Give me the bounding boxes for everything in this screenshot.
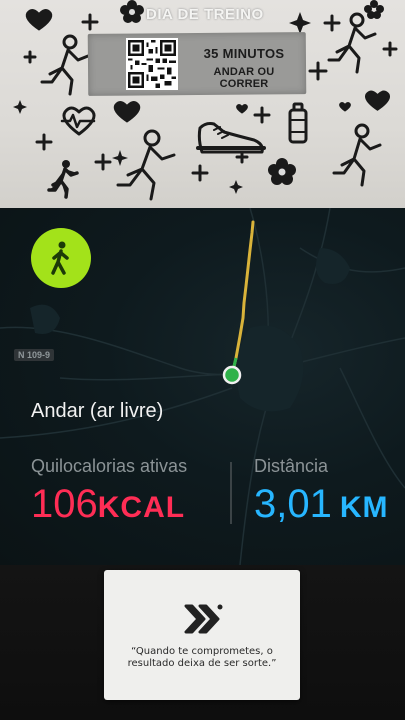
plus-icon	[23, 50, 37, 64]
running-person-icon	[332, 123, 382, 187]
plus-icon	[382, 41, 398, 57]
quote-card: “Quando te comprometes, o resultado deix…	[104, 570, 300, 700]
route-start-marker	[222, 365, 242, 385]
distance-label: Distância	[254, 456, 329, 476]
plus-icon	[308, 61, 328, 81]
heart-icon	[25, 9, 53, 31]
road-label: N 109-9	[14, 349, 55, 361]
motivational-quote: “Quando te comprometes, o resultado deix…	[127, 646, 277, 669]
calories-unit: KCAL	[97, 491, 186, 524]
bottom-area: “Quando te comprometes, o resultado deix…	[0, 565, 405, 720]
plus-icon	[35, 133, 53, 151]
plus-icon	[191, 164, 209, 182]
calories-stat: 106KCAL	[31, 484, 185, 524]
calories-label: Quilocalorias ativas	[31, 456, 188, 476]
double-chevron-logo	[184, 604, 223, 634]
flyer-title: DIA DE TREINO	[146, 6, 264, 23]
calories-value: 106	[31, 482, 98, 526]
banner-activity-text: ANDAR OU CORRER	[213, 66, 275, 90]
plus-icon	[323, 14, 341, 32]
heart-icon	[364, 90, 391, 111]
training-day-flyer: DIA DE TREINO 35 MINUTOS ANDAR OU CORRER	[0, 0, 405, 210]
distance-stat: 3,01 KM	[254, 484, 389, 524]
heart-icon	[113, 101, 141, 123]
running-person-icon	[116, 129, 176, 201]
activity-badge	[31, 228, 91, 288]
sparkle-icon	[112, 150, 128, 166]
stats-divider	[230, 462, 232, 524]
flower-icon	[364, 0, 384, 19]
flower-icon	[120, 0, 144, 23]
activity-name: Andar (ar livre)	[31, 400, 164, 422]
sparkle-icon	[229, 180, 243, 194]
sparkle-icon	[289, 12, 311, 34]
distance-value: 3,01	[254, 482, 332, 526]
sparkle-icon	[13, 100, 27, 114]
distance-unit: KM	[339, 491, 389, 524]
plus-icon	[81, 13, 99, 31]
flyer-doodles	[13, 0, 398, 201]
sneaker-icon	[196, 122, 266, 154]
walking-person-icon	[51, 241, 69, 275]
heart-icon	[236, 104, 248, 114]
qr-code[interactable]	[126, 38, 178, 90]
heart-icon	[339, 102, 351, 112]
plus-icon	[253, 106, 271, 124]
banner-duration-text: 35 MINUTOS	[203, 46, 285, 61]
flower-icon	[268, 158, 296, 185]
workout-summary-card[interactable]: N 109-9 Andar (ar livre) Quilocalorias a…	[0, 208, 405, 565]
running-person-icon	[47, 160, 79, 199]
plus-icon	[94, 153, 112, 171]
heartbeat-heart-icon	[60, 106, 96, 136]
running-person-icon	[40, 34, 90, 96]
water-bottle-icon	[288, 102, 308, 144]
